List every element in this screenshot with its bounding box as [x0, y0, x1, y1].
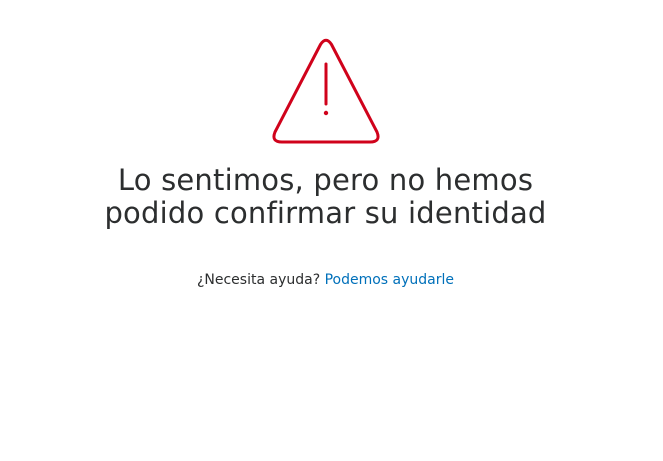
help-line: ¿Necesita ayuda? Podemos ayudarle	[0, 270, 651, 290]
title-line-1: Lo sentimos, pero no hemos	[117, 163, 534, 197]
help-link[interactable]: Podemos ayudarle	[325, 272, 454, 288]
error-page: Lo sentimos, pero no hemos podido confir…	[0, 0, 663, 461]
title-line-2: podido confirmar su identidad	[104, 196, 547, 230]
warning-triangle-icon	[272, 38, 380, 144]
help-prompt: ¿Necesita ayuda?	[196, 272, 321, 288]
page-title: Lo sentimos, pero no hemos podido confir…	[0, 164, 651, 230]
